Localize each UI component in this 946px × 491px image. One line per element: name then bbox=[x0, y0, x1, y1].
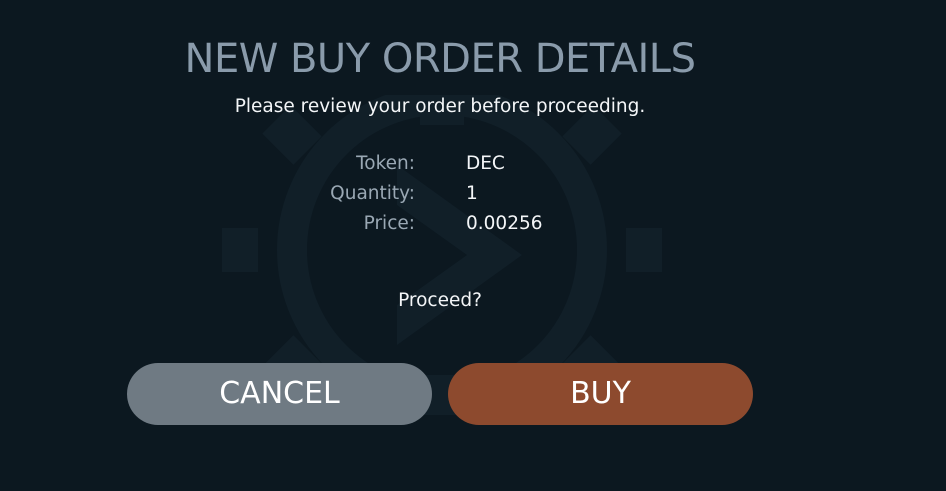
cancel-button[interactable]: CANCEL bbox=[127, 363, 432, 425]
quantity-label: Quantity: bbox=[330, 183, 415, 204]
token-row: Token: DEC bbox=[0, 152, 946, 182]
price-label: Price: bbox=[363, 213, 415, 234]
price-row: Price: 0.00256 bbox=[0, 212, 946, 242]
price-value: 0.00256 bbox=[466, 213, 543, 234]
token-label: Token: bbox=[356, 153, 415, 174]
dialog-subtitle: Please review your order before proceedi… bbox=[234, 96, 646, 117]
quantity-value: 1 bbox=[466, 183, 478, 204]
proceed-prompt: Proceed? bbox=[398, 290, 482, 311]
buy-button[interactable]: BUY bbox=[448, 363, 753, 425]
order-confirmation-dialog: NEW BUY ORDER DETAILS Please review your… bbox=[0, 0, 946, 491]
dialog-title: NEW BUY ORDER DETAILS bbox=[184, 36, 696, 82]
token-value: DEC bbox=[466, 153, 505, 174]
quantity-row: Quantity: 1 bbox=[0, 182, 946, 212]
